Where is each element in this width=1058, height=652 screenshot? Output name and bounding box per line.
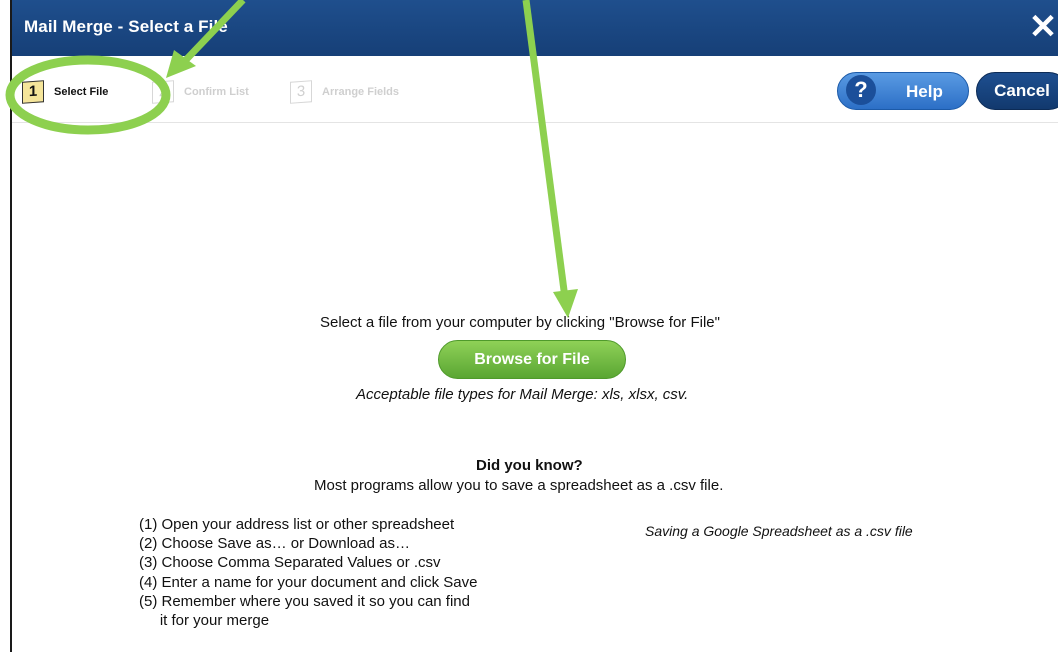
did-you-know-text: Most programs allow you to save a spread… bbox=[314, 477, 724, 494]
browse-for-file-button[interactable]: Browse for File bbox=[438, 340, 626, 379]
list-item: (3) Choose Comma Separated Values or .cs… bbox=[139, 554, 441, 572]
step-number-2: 2 bbox=[152, 80, 174, 104]
list-item: (4) Enter a name for your document and c… bbox=[139, 573, 478, 591]
browse-instruction: Select a file from your computer by clic… bbox=[320, 314, 720, 331]
cancel-button[interactable]: Cancel bbox=[976, 72, 1058, 110]
step-label: Confirm List bbox=[184, 86, 249, 98]
step-label: Select File bbox=[54, 86, 109, 98]
close-icon[interactable]: ✕ bbox=[1028, 10, 1058, 44]
list-item: (2) Choose Save as… or Download as… bbox=[139, 535, 410, 553]
dialog-title: Mail Merge - Select a File bbox=[24, 17, 228, 36]
list-item: it for your merge bbox=[139, 612, 270, 630]
dialog-titlebar: Mail Merge - Select a File ✕ bbox=[12, 0, 1058, 57]
csv-steps-list: (1) Open your address list or other spre… bbox=[139, 515, 519, 630]
google-spreadsheet-link[interactable]: Saving a Google Spreadsheet as a .csv fi… bbox=[645, 523, 913, 539]
step-confirm-list[interactable]: 2 Confirm List bbox=[152, 80, 249, 104]
step-label: Arrange Fields bbox=[322, 86, 400, 98]
step-number-1: 1 bbox=[22, 80, 44, 104]
question-icon: ? bbox=[846, 75, 876, 105]
step-number-3: 3 bbox=[290, 80, 312, 104]
step-arrange-fields[interactable]: 3 Arrange Fields bbox=[290, 80, 399, 104]
list-item: (1) Open your address list or other spre… bbox=[139, 516, 455, 533]
step-select-file[interactable]: 1 Select File bbox=[22, 80, 108, 104]
help-button[interactable]: ? Help bbox=[837, 72, 969, 110]
file-types-note: Acceptable file types for Mail Merge: xl… bbox=[356, 386, 689, 403]
wizard-steps: 1 Select File 2 Confirm List 3 Arrange F… bbox=[12, 56, 1058, 123]
help-label: Help bbox=[906, 82, 943, 101]
list-item: (5) Remember where you saved it so you c… bbox=[139, 592, 470, 610]
did-you-know-title: Did you know? bbox=[476, 457, 583, 474]
